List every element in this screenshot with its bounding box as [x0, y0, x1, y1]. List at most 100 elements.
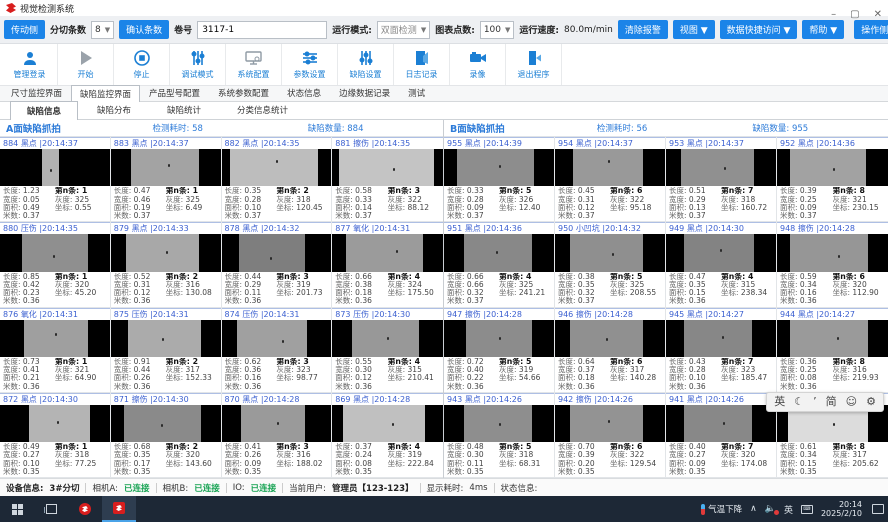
sub-tab-1[interactable]: 缺陷信息	[10, 101, 78, 120]
defect-cell-941[interactable]: 941 黑点 |20:14:26长度: 0.40宽度: 0.27面积: 0.09…	[666, 393, 777, 477]
sub-tab-2[interactable]: 缺陷分布	[80, 100, 148, 119]
data-shortcut-menu-button[interactable]: 数据快捷访问 ▼	[720, 20, 798, 39]
ime-punct-icon[interactable]: ’	[813, 393, 817, 411]
cell-header: 947 擦伤 |20:14:28	[444, 308, 554, 320]
ime-fullhalf-icon[interactable]: ☾	[794, 393, 804, 411]
main-tab-1[interactable]: 尺寸监控界面	[2, 84, 71, 101]
defect-cell-880[interactable]: 880 压伤 |20:14:35长度: 0.85宽度: 0.42面积: 0.23…	[0, 222, 111, 306]
clear-alarm-button[interactable]: 清除报警	[618, 20, 668, 39]
tool-button-8[interactable]: 日志记录	[394, 44, 450, 85]
defect-cell-944[interactable]: 944 黑点 |20:14:27长度: 0.36宽度: 0.25面积: 0.08…	[777, 308, 888, 392]
main-tab-7[interactable]: 测试	[399, 84, 434, 101]
minimize-button[interactable]: –	[831, 10, 836, 20]
defect-cell-883[interactable]: 883 黑点 |20:14:37长度: 0.47宽度: 0.46面积: 0.19…	[111, 137, 222, 221]
defect-cell-943[interactable]: 943 黑点 |20:14:26长度: 0.48宽度: 0.30面积: 0.11…	[444, 393, 555, 477]
defect-cell-954[interactable]: 954 黑点 |20:14:37长度: 0.45宽度: 0.31面积: 0.12…	[555, 137, 666, 221]
main-tab-4[interactable]: 系统参数配置	[209, 84, 278, 101]
defect-cell-873[interactable]: 873 压伤 |20:14:30长度: 0.55宽度: 0.30面积: 0.12…	[332, 308, 443, 392]
defect-cell-879[interactable]: 879 黑点 |20:14:33长度: 0.52宽度: 0.31面积: 0.12…	[111, 222, 222, 306]
main-tab-6[interactable]: 边缘数据记录	[330, 84, 399, 101]
ime-emoji-icon[interactable]: ☺	[846, 393, 857, 411]
app-window: { "window": { "title": "视觉检测系统", "minimi…	[0, 0, 888, 522]
ime-lang-toggle[interactable]: 英	[774, 393, 785, 411]
defect-cell-945[interactable]: 945 黑点 |20:14:27长度: 0.43宽度: 0.28面积: 0.10…	[666, 308, 777, 392]
defect-cell-871[interactable]: 871 擦伤 |20:14:30长度: 0.68宽度: 0.35面积: 0.17…	[111, 393, 222, 477]
maximize-button[interactable]: ▢	[850, 10, 859, 20]
defect-cell-951[interactable]: 951 黑点 |20:14:36长度: 0.66宽度: 0.66面积: 0.32…	[444, 222, 555, 306]
volume-icon[interactable]: 🔈	[765, 504, 776, 514]
tool-button-4[interactable]: 调试模式	[170, 44, 226, 85]
drive-side-button[interactable]: 传动侧	[4, 20, 45, 39]
defect-cell-955[interactable]: 955 黑点 |20:14:39长度: 0.33宽度: 0.28面积: 0.09…	[444, 137, 555, 221]
cell-info: 长度: 0.62宽度: 0.36面积: 0.16米数: 0.36第n条: 3灰度…	[222, 357, 332, 392]
weather-widget[interactable]: 气温下降	[701, 503, 742, 515]
task-view-button[interactable]	[34, 496, 68, 522]
defect-cell-877[interactable]: 877 氧化 |20:14:31长度: 0.66宽度: 0.38面积: 0.18…	[332, 222, 443, 306]
camera-b-label: 相机B:	[163, 482, 189, 494]
defect-cell-882[interactable]: 882 黑点 |20:14:35长度: 0.35宽度: 0.28面积: 0.10…	[222, 137, 333, 221]
view-menu-button[interactable]: 视图 ▼	[673, 20, 715, 39]
defect-cell-953[interactable]: 953 黑点 |20:14:37长度: 0.51宽度: 0.29面积: 0.13…	[666, 137, 777, 221]
defect-cell-872[interactable]: 872 黑点 |20:14:30长度: 0.49宽度: 0.27面积: 0.10…	[0, 393, 111, 477]
defect-cell-881[interactable]: 881 擦伤 |20:14:35长度: 0.58宽度: 0.33面积: 0.14…	[332, 137, 443, 221]
cell-header: 954 黑点 |20:14:37	[555, 137, 665, 149]
keyboard-icon[interactable]: ⌨	[801, 505, 813, 514]
defect-cell-884[interactable]: 884 黑点 |20:14:37长度: 1.23宽度: 0.05面积: 0.49…	[0, 137, 111, 221]
clock[interactable]: 20:14 2025/2/10	[821, 500, 862, 518]
tool-button-1[interactable]: 管理登录	[2, 44, 58, 85]
main-tab-2[interactable]: 缺陷监控界面	[71, 85, 140, 102]
cell-info: 长度: 0.49宽度: 0.27面积: 0.10米数: 0.35第n条: 1灰度…	[0, 442, 110, 477]
tool-button-label: 参数设置	[294, 69, 326, 80]
defect-cell-947[interactable]: 947 擦伤 |20:14:28长度: 0.72宽度: 0.40面积: 0.22…	[444, 308, 555, 392]
slit-count-label: 分切条数	[50, 23, 86, 36]
defect-cell-874[interactable]: 874 压伤 |20:14:31长度: 0.62宽度: 0.36面积: 0.16…	[222, 308, 333, 392]
defect-cell-870[interactable]: 870 黑点 |20:14:28长度: 0.41宽度: 0.26面积: 0.09…	[222, 393, 333, 477]
main-tab-3[interactable]: 产品型号配置	[140, 84, 209, 101]
ime-language-indicator[interactable]: 英	[784, 503, 793, 516]
tray-expand-icon[interactable]: ∧	[750, 504, 757, 514]
defect-cell-952[interactable]: 952 黑点 |20:14:36长度: 0.39宽度: 0.25面积: 0.09…	[777, 137, 888, 221]
defect-cell-946[interactable]: 946 擦伤 |20:14:28长度: 0.64宽度: 0.37面积: 0.18…	[555, 308, 666, 392]
operate-side-button[interactable]: 操作侧	[854, 20, 888, 39]
tool-button-6[interactable]: 参数设置	[282, 44, 338, 85]
defect-cell-950[interactable]: 950 小凹坑 |20:14:32长度: 0.38宽度: 0.35面积: 0.3…	[555, 222, 666, 306]
ime-simplified-toggle[interactable]: 简	[826, 393, 837, 411]
slit-count-select[interactable]: 8 ▼	[91, 21, 114, 39]
confirm-count-button[interactable]: 确认条数	[119, 20, 169, 39]
main-tab-5[interactable]: 状态信息	[278, 84, 330, 101]
run-mode-select[interactable]: 双面检测 ▼	[377, 21, 430, 39]
tool-button-5[interactable]: 系统配置	[226, 44, 282, 85]
sub-tab-4[interactable]: 分类信息统计	[220, 100, 305, 119]
cell-row: 947 擦伤 |20:14:28长度: 0.72宽度: 0.40面积: 0.22…	[444, 308, 888, 393]
active-app-button[interactable]	[102, 496, 136, 522]
defect-cell-948[interactable]: 948 擦伤 |20:14:28长度: 0.59宽度: 0.34面积: 0.16…	[777, 222, 888, 306]
tool-button-9[interactable]: 录像	[450, 44, 506, 85]
defect-cell-949[interactable]: 949 黑点 |20:14:30长度: 0.47宽度: 0.35面积: 0.15…	[666, 222, 777, 306]
app-icon	[79, 503, 91, 515]
notification-center-icon[interactable]	[872, 504, 884, 514]
cell-header: 881 擦伤 |20:14:35	[332, 137, 443, 149]
pinned-app-button[interactable]	[68, 496, 102, 522]
help-menu-button[interactable]: 帮助 ▼	[802, 20, 844, 39]
roll-number-input[interactable]	[197, 21, 327, 39]
chart-points-select[interactable]: 100 ▼	[480, 21, 515, 39]
defect-image	[0, 405, 110, 442]
defect-cell-876[interactable]: 876 氧化 |20:14:31长度: 0.73宽度: 0.41面积: 0.21…	[0, 308, 111, 392]
ime-toolbar: 英 ☾ ’ 简 ☺ ⚙	[766, 392, 884, 412]
camera-icon	[469, 49, 487, 67]
defect-cell-878[interactable]: 878 黑点 |20:14:32长度: 0.44宽度: 0.29面积: 0.11…	[222, 222, 333, 306]
cell-info: 长度: 0.91宽度: 0.44面积: 0.26米数: 0.36第n条: 2灰度…	[111, 357, 221, 392]
tool-button-3[interactable]: 停止	[114, 44, 170, 85]
defect-cell-942[interactable]: 942 擦伤 |20:14:26长度: 0.70宽度: 0.39面积: 0.20…	[555, 393, 666, 477]
defect-cell-869[interactable]: 869 黑点 |20:14:28长度: 0.37宽度: 0.24面积: 0.08…	[332, 393, 443, 477]
start-button[interactable]	[0, 496, 34, 522]
tool-button-2[interactable]: 开始	[58, 44, 114, 85]
tune-icon	[190, 49, 206, 67]
run-mode-label: 运行模式:	[332, 23, 372, 36]
close-button[interactable]: ✕	[874, 10, 882, 20]
ime-settings-icon[interactable]: ⚙	[866, 393, 876, 411]
tool-button-7[interactable]: 缺陷设置	[338, 44, 394, 85]
sub-tab-3[interactable]: 缺陷统计	[150, 100, 218, 119]
defect-cell-875[interactable]: 875 压伤 |20:14:31长度: 0.91宽度: 0.44面积: 0.26…	[111, 308, 222, 392]
tool-button-10[interactable]: 退出程序	[506, 44, 562, 85]
